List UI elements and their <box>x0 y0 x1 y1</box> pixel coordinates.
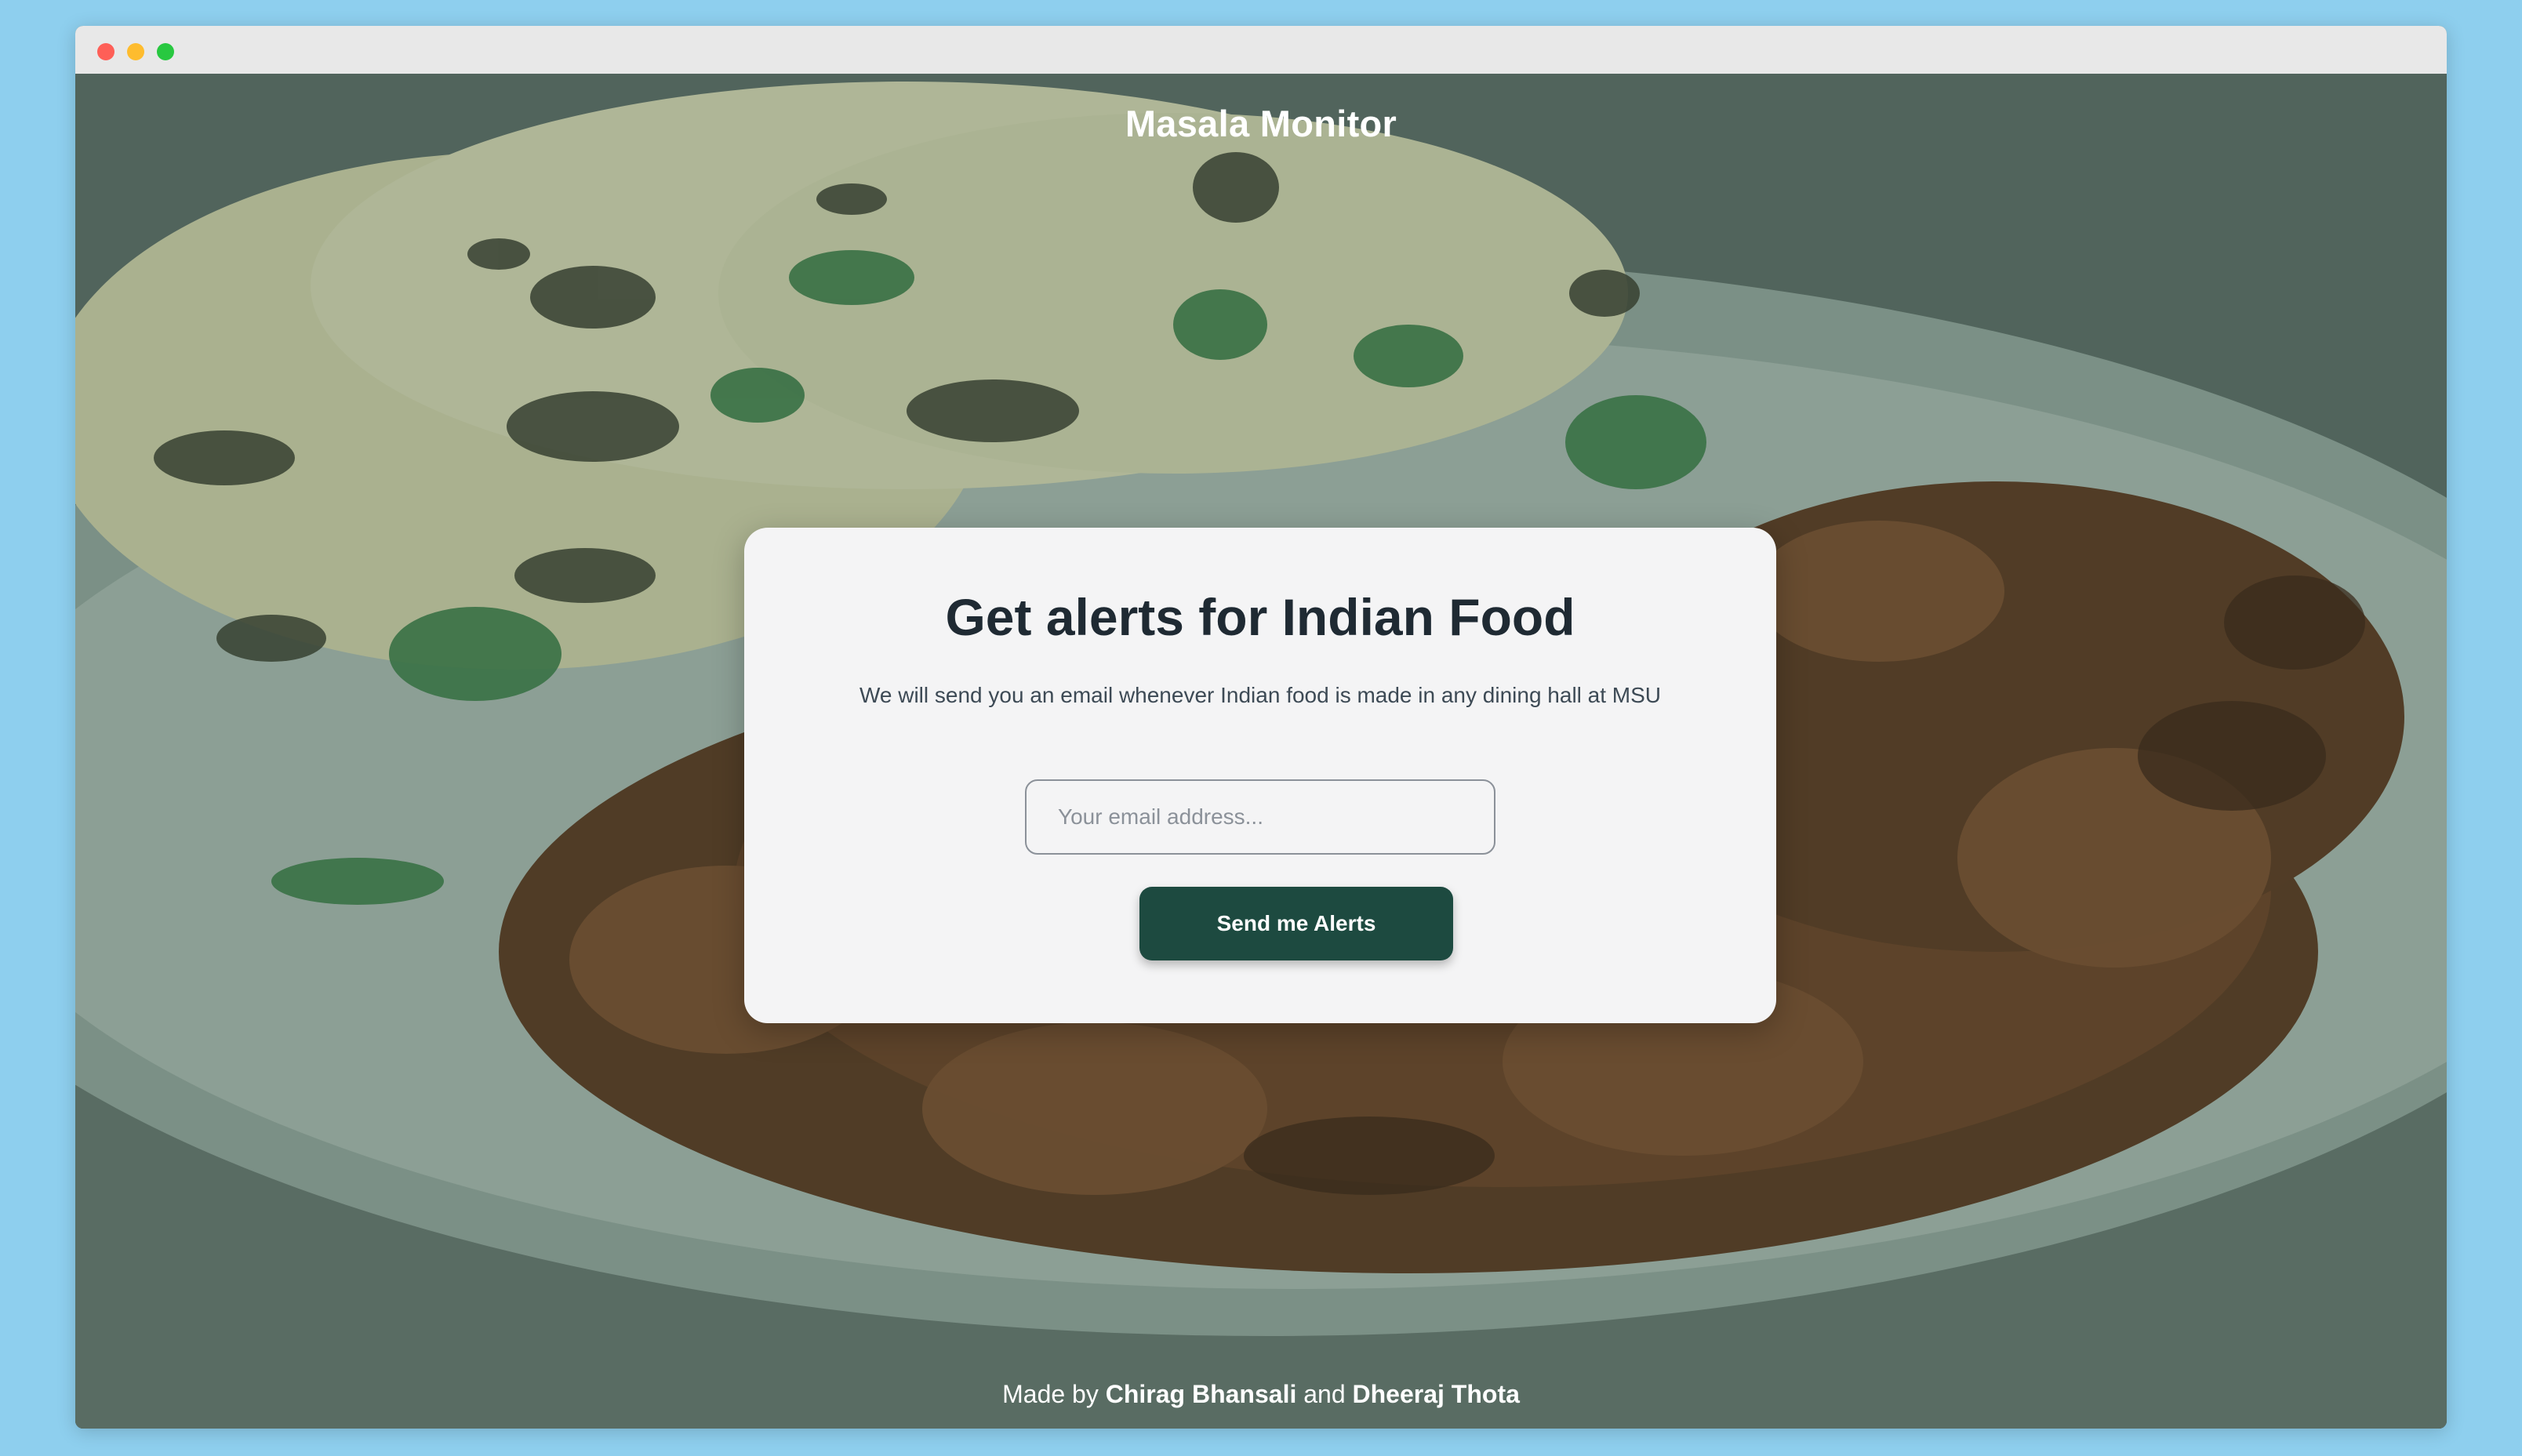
author-name-1: Chirag Bhansali <box>1105 1380 1297 1408</box>
card-subtitle: We will send you an email whenever India… <box>859 683 1662 707</box>
zoom-dot-icon[interactable] <box>157 43 174 60</box>
minimize-dot-icon[interactable] <box>127 43 144 60</box>
email-input[interactable] <box>1025 779 1495 855</box>
send-alerts-button[interactable]: Send me Alerts <box>1139 887 1453 960</box>
brand-title[interactable]: Masala Monitor <box>75 102 2447 145</box>
card-heading: Get alerts for Indian Food <box>945 588 1575 646</box>
credits-and: and <box>1303 1380 1346 1408</box>
page-content: Masala Monitor Get alerts for Indian Foo… <box>75 74 2447 1429</box>
author-name-2: Dheeraj Thota <box>1352 1380 1520 1408</box>
signup-card: Get alerts for Indian Food We will send … <box>744 528 1776 1023</box>
browser-window: Masala Monitor Get alerts for Indian Foo… <box>75 26 2447 1429</box>
credits-made-by: Made by <box>1002 1380 1099 1408</box>
credits-footer: Made by Chirag Bhansali and Dheeraj Thot… <box>75 1380 2447 1409</box>
window-titlebar <box>75 26 2447 74</box>
close-dot-icon[interactable] <box>97 43 114 60</box>
